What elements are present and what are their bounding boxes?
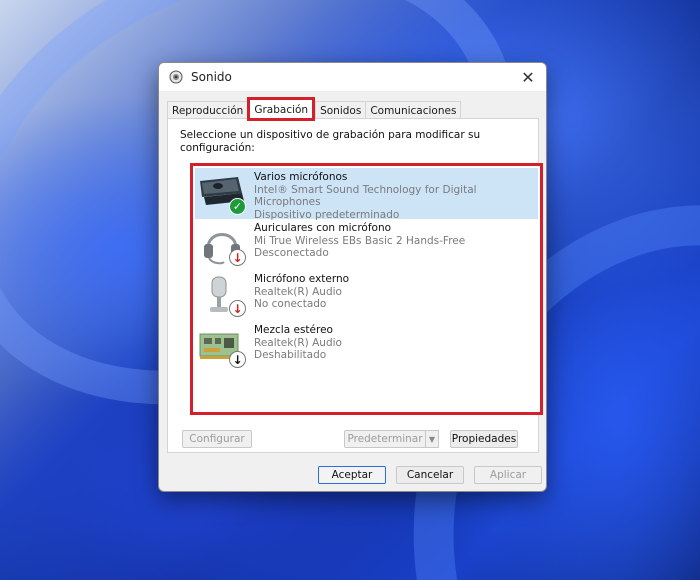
cancel-button[interactable]: Cancelar xyxy=(396,466,464,484)
instructions-text: Seleccione un dispositivo de grabación p… xyxy=(180,129,481,154)
close-button[interactable]: ✕ xyxy=(510,63,546,91)
device-description: Realtek(R) Audio xyxy=(254,285,342,298)
sound-dialog: Sonido ✕ Reproducción Grabación Sonidos … xyxy=(158,62,547,492)
configure-button[interactable]: Configurar xyxy=(182,430,252,448)
device-name: Varios micrófonos xyxy=(254,171,348,183)
default-check-icon: ✓ xyxy=(229,198,246,215)
device-item-headset[interactable]: ↓ Auriculares con micrófono Mi True Wire… xyxy=(195,219,538,270)
device-name: Auriculares con micrófono xyxy=(254,222,392,234)
device-description: Intel® Smart Sound Technology for Digita… xyxy=(254,183,477,209)
device-item-microphone-array[interactable]: ✓ Varios micrófonos Intel® Smart Sound T… xyxy=(195,168,538,221)
device-item-stereo-mix[interactable]: ↓ Mezcla estéreo Realtek(R) Audio Deshab… xyxy=(195,321,538,372)
set-default-dropdown[interactable]: ▼ xyxy=(425,430,439,448)
tab-playback[interactable]: Reproducción xyxy=(167,101,249,119)
title-bar[interactable]: Sonido ✕ xyxy=(159,63,546,91)
device-description: Realtek(R) Audio xyxy=(254,336,342,349)
recording-panel: Seleccione un dispositivo de grabación p… xyxy=(167,118,543,453)
apply-button[interactable]: Aplicar xyxy=(474,466,542,484)
microphone-array-icon: ✓ xyxy=(198,171,248,215)
set-default-button[interactable]: Predeterminar xyxy=(344,430,426,448)
tab-recording[interactable]: Grabación xyxy=(247,97,316,121)
external-microphone-icon: ↓ xyxy=(198,273,248,317)
disconnected-arrow-icon: ↓ xyxy=(229,249,246,266)
device-status: No conectado xyxy=(254,298,327,310)
ok-button[interactable]: Aceptar xyxy=(318,466,386,484)
device-name: Mezcla estéreo xyxy=(254,324,333,336)
disconnected-arrow-icon: ↓ xyxy=(229,300,246,317)
device-item-external-microphone[interactable]: ↓ Micrófono externo Realtek(R) Audio No … xyxy=(195,270,538,321)
tab-strip: Reproducción Grabación Sonidos Comunicac… xyxy=(167,97,462,121)
device-status: Deshabilitado xyxy=(254,349,327,361)
tab-sounds[interactable]: Sonidos xyxy=(315,101,367,119)
window-title: Sonido xyxy=(191,70,232,84)
speaker-icon xyxy=(169,70,183,84)
sound-card-icon: ↓ xyxy=(198,324,248,368)
device-description: Mi True Wireless EBs Basic 2 Hands-Free xyxy=(254,234,466,247)
properties-button[interactable]: Propiedades xyxy=(450,430,518,448)
tab-communications[interactable]: Comunicaciones xyxy=(365,101,462,119)
chevron-down-icon: ▼ xyxy=(428,434,436,444)
device-list[interactable]: ✓ Varios micrófonos Intel® Smart Sound T… xyxy=(190,163,543,415)
disabled-arrow-icon: ↓ xyxy=(229,351,246,368)
headset-icon: ↓ xyxy=(198,222,248,266)
device-status: Desconectado xyxy=(254,247,329,259)
device-name: Micrófono externo xyxy=(254,273,350,285)
